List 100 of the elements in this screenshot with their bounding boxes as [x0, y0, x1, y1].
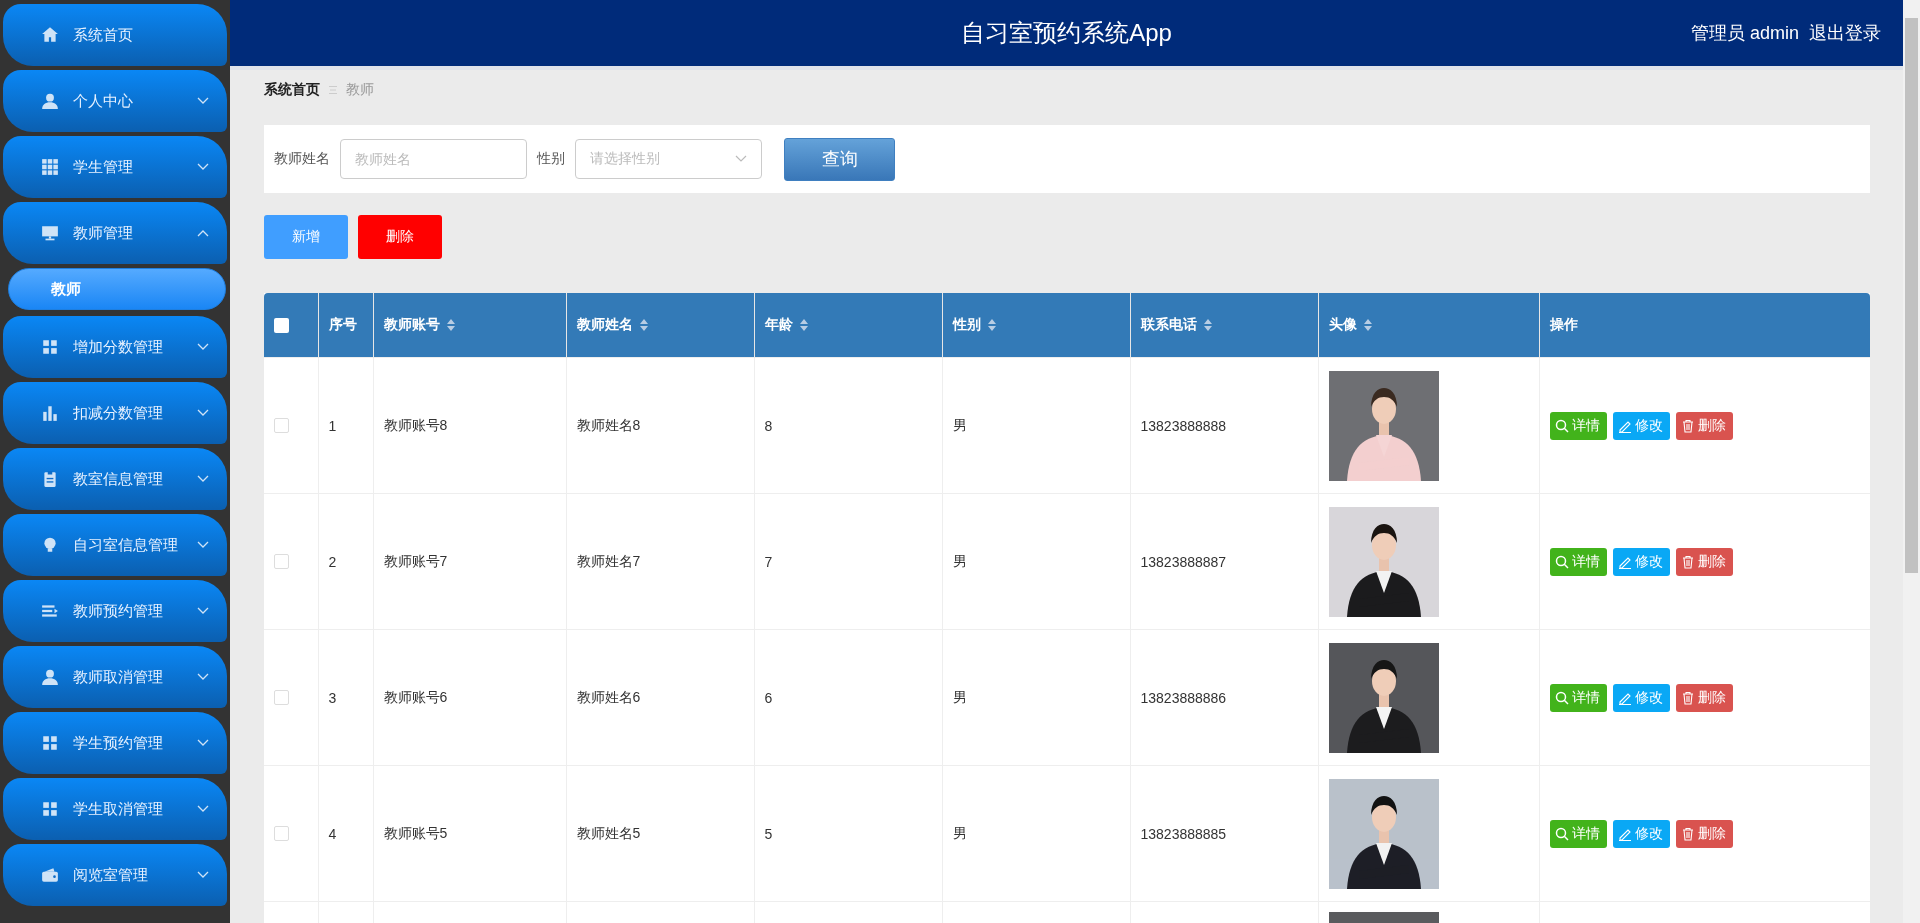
delete-button[interactable]: 删除 [1675, 547, 1733, 576]
dashboard-icon [41, 800, 59, 818]
table-cell: 教师姓名6 [576, 688, 641, 705]
edit-button[interactable]: 修改 [1612, 411, 1670, 440]
row-checkbox[interactable] [274, 418, 289, 433]
breadcrumb-link[interactable]: 系统首页 [264, 81, 320, 99]
sort-icon[interactable] [1362, 318, 1373, 332]
search-icon [1554, 826, 1569, 841]
field-label: 性别 [537, 150, 565, 168]
table-cell: 1 [328, 417, 337, 434]
home-icon [41, 26, 59, 44]
breadcrumb-current: 教师 [346, 81, 374, 99]
bar-chart-icon [41, 404, 59, 422]
wallet-icon [41, 866, 59, 884]
column-header[interactable]: 性别 [952, 316, 981, 334]
sort-icon[interactable] [445, 318, 456, 332]
table-cell: 教师姓名8 [576, 416, 641, 433]
sidebar-item[interactable]: 教师预约管理 [3, 580, 227, 642]
row-checkbox[interactable] [274, 826, 289, 841]
sort-icon[interactable] [798, 318, 809, 332]
sidebar-item[interactable]: 教师管理 [3, 202, 227, 264]
table-cell: 教师账号8 [383, 416, 448, 433]
column-header: 操作 [1549, 316, 1578, 334]
detail-button[interactable]: 详情 [1549, 411, 1607, 440]
trash-icon [1680, 826, 1695, 841]
app-title: 自习室预约系统App [961, 19, 1172, 46]
clipboard-icon [41, 470, 59, 488]
sort-icon[interactable] [986, 318, 997, 332]
name-input-field[interactable]: 教师姓名 [340, 139, 527, 179]
table-cell: 13823888886 [1140, 689, 1227, 706]
sidebar-item[interactable]: 学生预约管理 [3, 712, 227, 774]
table-cell: 男 [952, 688, 967, 705]
separator-icon [328, 85, 338, 95]
dashboard-icon [41, 734, 59, 752]
table-cell: 教师账号5 [383, 824, 448, 841]
table-cell: 4 [328, 825, 337, 842]
table-cell: 3 [328, 689, 337, 706]
sidebar-item[interactable]: 教室信息管理 [3, 448, 227, 510]
sidebar-item[interactable]: 学生取消管理 [3, 778, 227, 840]
trash-icon [1680, 690, 1695, 705]
delete-button[interactable]: 删除 [358, 215, 442, 259]
detail-button[interactable]: 详情 [1549, 819, 1607, 848]
edit-button[interactable]: 修改 [1612, 683, 1670, 712]
delete-button[interactable]: 删除 [1675, 683, 1733, 712]
chevron-down-icon [735, 155, 747, 163]
table-cell: 13823888888 [1140, 417, 1227, 434]
logout-link[interactable]: 退出登录 [1809, 21, 1881, 45]
search-icon [1554, 554, 1569, 569]
user-icon [41, 92, 59, 110]
detail-button[interactable]: 详情 [1549, 547, 1607, 576]
table-cell: 教师姓名7 [576, 552, 641, 569]
table-cell: 6 [764, 689, 773, 706]
row-checkbox[interactable] [274, 554, 289, 569]
sidebar-item[interactable]: 阅览室管理 [3, 844, 227, 906]
dashboard-icon [41, 338, 59, 356]
column-header[interactable]: 教师姓名 [576, 316, 633, 334]
table-cell: 男 [952, 552, 967, 569]
table-cell: 5 [764, 825, 773, 842]
sort-icon[interactable] [638, 318, 649, 332]
sidebar-item[interactable]: 个人中心 [3, 70, 227, 132]
list-icon [41, 602, 59, 620]
detail-button[interactable]: 详情 [1549, 683, 1607, 712]
admin-label: 管理员 admin [1690, 22, 1799, 45]
table-cell: 7 [764, 553, 773, 570]
sidebar-item[interactable]: 增加分数管理 [3, 316, 227, 378]
sidebar-item[interactable]: 扣减分数管理 [3, 382, 227, 444]
column-header[interactable]: 教师账号 [383, 316, 440, 334]
table-cell: 教师账号7 [383, 552, 448, 569]
user-icon [41, 668, 59, 686]
table-cell: 8 [764, 417, 773, 434]
column-header[interactable]: 联系电话 [1140, 316, 1197, 334]
add-button[interactable]: 新增 [264, 215, 348, 259]
table-cell: 2 [328, 553, 337, 570]
delete-button[interactable]: 删除 [1675, 819, 1733, 848]
column-header[interactable]: 年龄 [764, 316, 793, 334]
table-cell: 13823888887 [1140, 553, 1227, 570]
search-button[interactable]: 查询 [784, 137, 895, 181]
trash-icon [1680, 554, 1695, 569]
grid-icon [41, 158, 59, 176]
scrollbar[interactable] [1905, 18, 1918, 573]
sort-icon[interactable] [1202, 318, 1213, 332]
trash-icon [1680, 418, 1695, 433]
delete-button[interactable]: 删除 [1675, 411, 1733, 440]
sidebar-item[interactable]: 系统首页 [3, 4, 227, 66]
table-cell: 男 [952, 824, 967, 841]
edit-button[interactable]: 修改 [1612, 819, 1670, 848]
column-header[interactable]: 头像 [1328, 316, 1357, 334]
select-all-checkbox[interactable] [274, 317, 289, 333]
row-checkbox[interactable] [274, 690, 289, 705]
lightbulb-icon [41, 536, 59, 554]
sidebar-item[interactable]: 教师取消管理 [3, 646, 227, 708]
search-icon [1554, 418, 1569, 433]
edit-button[interactable]: 修改 [1612, 547, 1670, 576]
sidebar-item[interactable]: 学生管理 [3, 136, 227, 198]
table-cell: 教师姓名5 [576, 824, 641, 841]
table-cell: 13823888885 [1140, 825, 1227, 842]
table-cell: 教师账号6 [383, 688, 448, 705]
sidebar-item[interactable]: 自习室信息管理 [3, 514, 227, 576]
sidebar-subitem[interactable]: 教师 [8, 268, 226, 310]
column-header: 序号 [328, 316, 357, 334]
